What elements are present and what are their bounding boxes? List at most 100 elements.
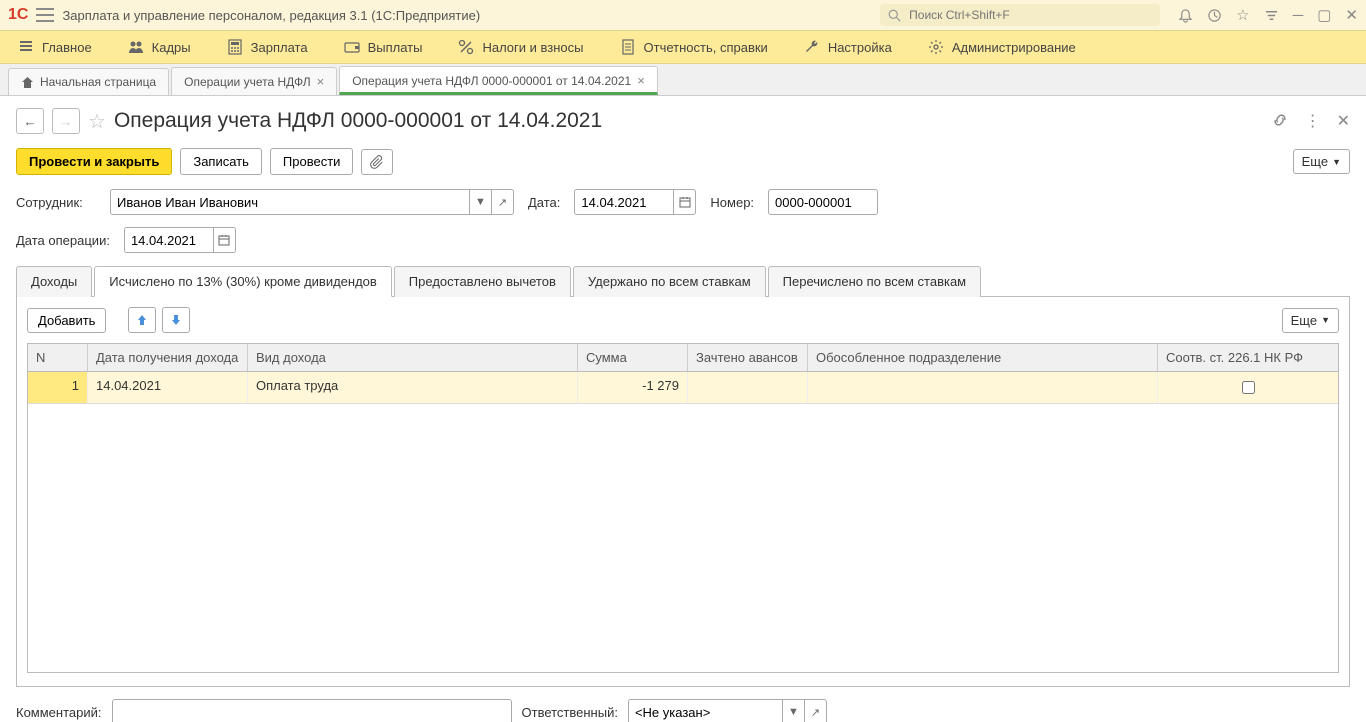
star-icon[interactable]: ☆ <box>1236 6 1249 24</box>
grid-header: N Дата получения дохода Вид дохода Сумма… <box>28 344 1338 372</box>
nav-main-label: Главное <box>42 40 92 55</box>
search-icon <box>888 9 901 22</box>
filter-icon[interactable] <box>1264 8 1279 23</box>
cell-n: 1 <box>28 372 88 403</box>
attachment-button[interactable] <box>361 149 393 175</box>
calendar-icon[interactable] <box>214 227 236 253</box>
col-sum[interactable]: Сумма <box>578 344 688 371</box>
cell-sum: -1 279 <box>578 372 688 403</box>
col-division[interactable]: Обособленное подразделение <box>808 344 1158 371</box>
grid-row[interactable]: 1 14.04.2021 Оплата труда -1 279 <box>28 372 1338 404</box>
write-button[interactable]: Записать <box>180 148 262 175</box>
search-box[interactable] <box>880 4 1160 26</box>
tab-ndfl-operation-doc[interactable]: Операция учета НДФЛ 0000-000001 от 14.04… <box>339 66 658 95</box>
document-icon <box>620 39 636 55</box>
cell-type: Оплата труда <box>248 372 578 403</box>
add-button[interactable]: Добавить <box>27 308 106 333</box>
nav-settings-label: Настройка <box>828 40 892 55</box>
col-date[interactable]: Дата получения дохода <box>88 344 248 371</box>
search-input[interactable] <box>907 7 1152 23</box>
tab-start-label: Начальная страница <box>40 75 156 89</box>
cell-advance <box>688 372 808 403</box>
close-icon[interactable]: ✕ <box>1345 6 1358 24</box>
content-area: ← → ☆ Операция учета НДФЛ 0000-000001 от… <box>0 96 1366 722</box>
nav-settings[interactable]: Настройка <box>786 31 910 63</box>
wrench-icon <box>804 39 820 55</box>
favorite-star-icon[interactable]: ☆ <box>88 109 106 134</box>
more-label: Еще <box>1302 154 1328 169</box>
tab-more-button[interactable]: Еще▼ <box>1282 308 1339 333</box>
main-toolbar: Провести и закрыть Записать Провести Еще… <box>16 148 1350 175</box>
form-row-employee: Сотрудник: ▼ ↗ Дата: Номер: <box>16 189 1350 215</box>
tab-close-icon[interactable]: × <box>317 74 325 89</box>
calculator-icon <box>227 39 243 55</box>
gear-icon <box>928 39 944 55</box>
post-button[interactable]: Провести <box>270 148 354 175</box>
nav-personnel[interactable]: Кадры <box>110 31 209 63</box>
nav-taxes[interactable]: Налоги и взносы <box>440 31 601 63</box>
col-n[interactable]: N <box>28 344 88 371</box>
responsible-field[interactable] <box>628 699 783 722</box>
forward-button[interactable]: → <box>52 108 80 134</box>
cell-article <box>1158 372 1338 403</box>
comment-label: Комментарий: <box>16 705 102 720</box>
col-article[interactable]: Соотв. ст. 226.1 НК РФ <box>1158 344 1338 371</box>
dropdown-icon[interactable]: ▼ <box>470 189 492 215</box>
open-icon[interactable]: ↗ <box>805 699 827 722</box>
nav-reports[interactable]: Отчетность, справки <box>602 31 786 63</box>
tab-transferred[interactable]: Перечислено по всем ставкам <box>768 266 981 297</box>
grid-body[interactable]: 1 14.04.2021 Оплата труда -1 279 <box>28 372 1338 672</box>
nav-payments[interactable]: Выплаты <box>326 31 441 63</box>
tab-ndfl-operations-list[interactable]: Операции учета НДФЛ × <box>171 67 337 95</box>
list-icon <box>18 39 34 55</box>
document-tabs: Начальная страница Операции учета НДФЛ ×… <box>0 64 1366 96</box>
history-icon[interactable] <box>1207 8 1222 23</box>
open-icon[interactable]: ↗ <box>492 189 514 215</box>
move-up-button[interactable] <box>128 307 156 333</box>
nav-main[interactable]: Главное <box>0 31 110 63</box>
move-down-button[interactable] <box>162 307 190 333</box>
dropdown-icon[interactable]: ▼ <box>783 699 805 722</box>
cell-date: 14.04.2021 <box>88 372 248 403</box>
cell-division <box>808 372 1158 403</box>
tab-calculated[interactable]: Исчислено по 13% (30%) кроме дивидендов <box>94 266 392 297</box>
calendar-icon[interactable] <box>674 189 696 215</box>
link-icon[interactable] <box>1271 111 1289 131</box>
titlebar-icons: ☆ ─ ▢ ✕ <box>1178 6 1358 24</box>
tab-start-page[interactable]: Начальная страница <box>8 68 169 95</box>
number-field[interactable] <box>768 189 878 215</box>
date-field[interactable] <box>574 189 674 215</box>
employee-field[interactable] <box>110 189 470 215</box>
number-label: Номер: <box>710 195 754 210</box>
bell-icon[interactable] <box>1178 8 1193 23</box>
page-header: ← → ☆ Операция учета НДФЛ 0000-000001 от… <box>16 108 1350 134</box>
tab-close-icon[interactable]: × <box>637 73 645 88</box>
col-type[interactable]: Вид дохода <box>248 344 578 371</box>
comment-field[interactable] <box>112 699 512 722</box>
footer-row: Комментарий: Ответственный: ▼ ↗ <box>16 699 1350 722</box>
more-button[interactable]: Еще▼ <box>1293 149 1350 174</box>
tab-deductions[interactable]: Предоставлено вычетов <box>394 266 571 297</box>
tab-income[interactable]: Доходы <box>16 266 92 297</box>
op-date-label: Дата операции: <box>16 233 110 248</box>
nav-personnel-label: Кадры <box>152 40 191 55</box>
minimize-icon[interactable]: ─ <box>1293 7 1304 24</box>
op-date-field[interactable] <box>124 227 214 253</box>
post-and-close-button[interactable]: Провести и закрыть <box>16 148 172 175</box>
article-checkbox[interactable] <box>1242 381 1255 394</box>
maximize-icon[interactable]: ▢ <box>1317 6 1331 24</box>
income-grid: N Дата получения дохода Вид дохода Сумма… <box>27 343 1339 673</box>
nav-salary[interactable]: Зарплата <box>209 31 326 63</box>
back-button[interactable]: ← <box>16 108 44 134</box>
nav-admin-label: Администрирование <box>952 40 1076 55</box>
nav-payments-label: Выплаты <box>368 40 423 55</box>
tab-withheld[interactable]: Удержано по всем ставкам <box>573 266 766 297</box>
col-advance[interactable]: Зачтено авансов <box>688 344 808 371</box>
close-panel-icon[interactable]: ✕ <box>1337 111 1350 131</box>
nav-admin[interactable]: Администрирование <box>910 31 1094 63</box>
app-title: Зарплата и управление персоналом, редакц… <box>62 8 872 23</box>
date-label: Дата: <box>528 195 560 210</box>
menu-icon[interactable] <box>36 6 54 24</box>
kebab-menu-icon[interactable]: ⋮ <box>1305 111 1321 131</box>
people-icon <box>128 39 144 55</box>
